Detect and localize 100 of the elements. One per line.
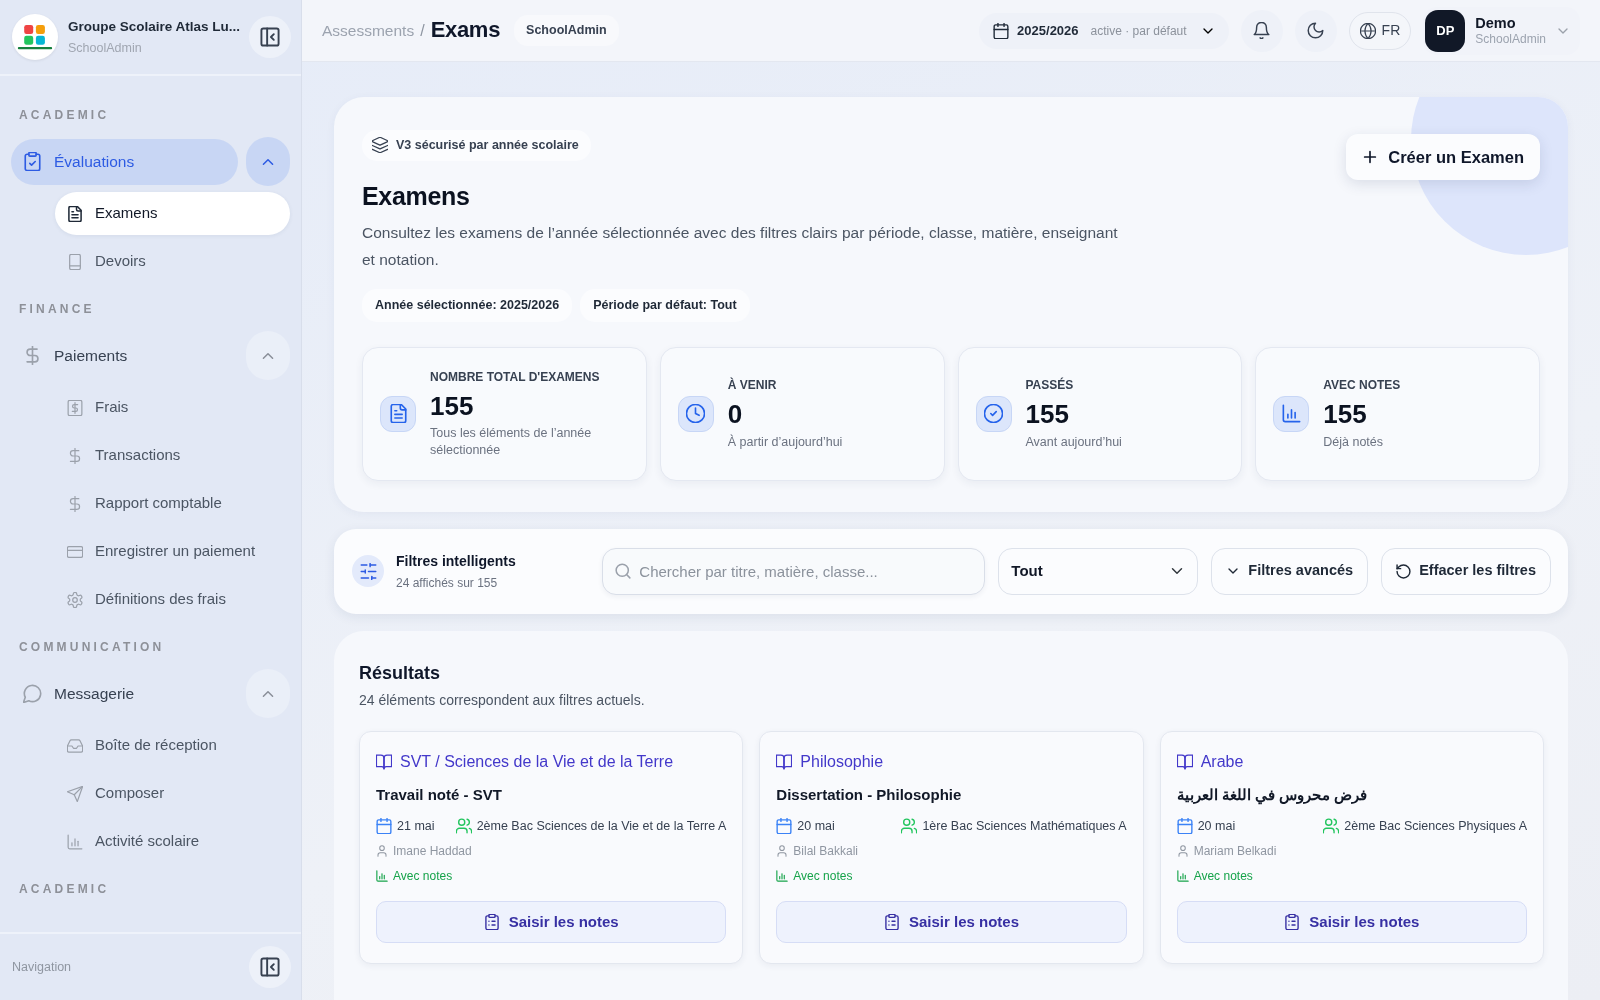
clipboard-icon [1284, 914, 1301, 931]
role-tag: SchoolAdmin [514, 15, 619, 46]
grading-status: Avec notes [793, 868, 853, 886]
language-button[interactable]: FR [1348, 11, 1412, 50]
stat-caption: Tous les éléments de l’année sélectionnée [430, 425, 593, 460]
clock-icon [677, 395, 714, 432]
teacher-name: Imane Haddad [393, 843, 472, 861]
nav-item[interactable]: Messagerie [11, 670, 238, 717]
sidebar-toggle-icon [260, 27, 280, 47]
page-heading: Examens [362, 180, 471, 211]
gear-icon [67, 591, 83, 608]
exam-date: 20 mai [1197, 817, 1236, 835]
dollar-icon [67, 447, 83, 464]
expand-toggle[interactable] [246, 669, 290, 718]
clear-filters-button[interactable]: Effacer les filtres [1381, 547, 1551, 595]
section-label: ACADEMIC [18, 108, 111, 122]
dollar-icon [23, 346, 42, 365]
send-icon [67, 785, 83, 802]
clipboard-check-icon [23, 152, 42, 171]
grading-status: Avec notes [1193, 868, 1253, 886]
school-name: Groupe Scolaire Atlas Lu... [68, 17, 239, 36]
expand-toggle[interactable] [246, 331, 290, 380]
stat-value: 155 [430, 389, 475, 423]
section-label: ACADEMIC [18, 882, 111, 896]
exam-title: Dissertation - Philosophie [776, 785, 963, 806]
app-name: SchoolAdmin [68, 39, 143, 57]
year-selector[interactable]: 2025/2026 active · par défaut [979, 12, 1229, 49]
filter-title: Filtres intelligents [396, 551, 516, 571]
calendar-icon [776, 817, 793, 834]
book-icon [1176, 754, 1193, 771]
enter-grades-button[interactable]: Saisir les notes [1176, 901, 1527, 944]
bar-chart-icon [1176, 870, 1189, 883]
users-icon [455, 817, 472, 834]
nav-subitem[interactable]: Devoirs [55, 240, 290, 283]
section-label: COMMUNICATION [18, 640, 166, 654]
stat-caption: Avant aujourd’hui [1025, 433, 1122, 451]
reset-icon [1396, 563, 1412, 579]
nav-subitem[interactable]: Frais [55, 386, 290, 429]
nav-subitem[interactable]: Composer [55, 772, 290, 815]
advanced-filters-button[interactable]: Filtres avancés [1211, 547, 1369, 595]
results-count: 24 éléments correspondent aux filtres actuels. [359, 691, 646, 711]
bar-chart-icon [67, 833, 83, 850]
sliders-icon [352, 555, 384, 587]
expand-toggle[interactable] [246, 137, 290, 186]
nav-subitem[interactable]: Définitions des frais [55, 578, 290, 621]
logo-icon [12, 14, 58, 60]
nav-item[interactable]: Évaluations [11, 138, 238, 185]
sidebar-toggle-icon [260, 957, 280, 977]
person-icon [1176, 845, 1189, 858]
user-avatar: DP [1425, 9, 1466, 52]
nav-item[interactable]: Paiements [11, 332, 238, 379]
plus-icon [1362, 149, 1379, 165]
book-icon [376, 754, 392, 771]
globe-icon [1359, 22, 1376, 39]
nav-subitem[interactable]: Rapport comptable [55, 482, 290, 525]
grading-status: Avec notes [393, 868, 453, 886]
person-icon [776, 845, 789, 858]
nav-subitem[interactable]: Examens [55, 192, 290, 235]
calendar-icon [1176, 817, 1193, 834]
nav-subitem[interactable]: Transactions [55, 434, 290, 477]
search-field[interactable]: Chercher par titre, matière, classe... [602, 547, 986, 595]
enter-grades-button[interactable]: Saisir les notes [376, 901, 727, 944]
info-tag: Année sélectionnée: 2025/2026 [362, 288, 573, 322]
search-icon [615, 563, 632, 579]
book-icon [776, 754, 793, 771]
exam-subject: Philosophie [800, 752, 884, 773]
stat-label: À VENIR [727, 376, 778, 395]
results-title: Résultats [359, 662, 442, 685]
class-name: 1ère Bac Sciences Mathématiques A [922, 817, 1127, 835]
users-icon [901, 817, 918, 834]
collapse-sidebar-button[interactable] [249, 16, 291, 58]
bar-chart-icon [376, 870, 388, 883]
bar-chart-icon [1273, 395, 1310, 432]
period-select[interactable]: Tout [998, 547, 1199, 595]
document-icon [67, 205, 83, 222]
class-name: 2ème Bac Sciences de la Vie et de la Terre A [476, 817, 727, 835]
stat-caption: À partir d’aujourd’hui [727, 433, 843, 451]
calendar-icon [376, 817, 392, 834]
nav-subitem[interactable]: Activité scolaire [55, 820, 290, 863]
enter-grades-button[interactable]: Saisir les notes [776, 901, 1127, 944]
exam-title: Travail noté - SVT [376, 785, 503, 806]
stat-label: AVEC NOTES [1323, 377, 1401, 395]
stat-caption: Déjà notés [1323, 433, 1384, 451]
nav-subitem[interactable]: Boîte de réception [55, 724, 290, 767]
inbox-icon [67, 737, 83, 754]
nav-subitem[interactable]: Enregistrer un paiement [55, 530, 290, 573]
page-title: Exams [430, 17, 501, 44]
footer-label: Navigation [12, 958, 72, 976]
stat-value: 155 [1323, 398, 1368, 431]
exam-subject: Arabe [1200, 752, 1244, 773]
chat-bubble-icon [23, 684, 42, 703]
exam-date: 20 mai [797, 817, 835, 835]
collapse-sidebar-button[interactable] [249, 946, 291, 988]
bell-icon [1253, 22, 1271, 39]
stat-label: PASSÉS [1025, 376, 1075, 395]
exam-date: 21 mai [397, 817, 435, 835]
security-note: V3 sécurisé par année scolaire [396, 137, 579, 154]
create-exam-button[interactable]: Créer un Examen [1346, 134, 1540, 180]
filter-count: 24 affichés sur 155 [396, 574, 499, 592]
tablet-icon [67, 253, 83, 270]
